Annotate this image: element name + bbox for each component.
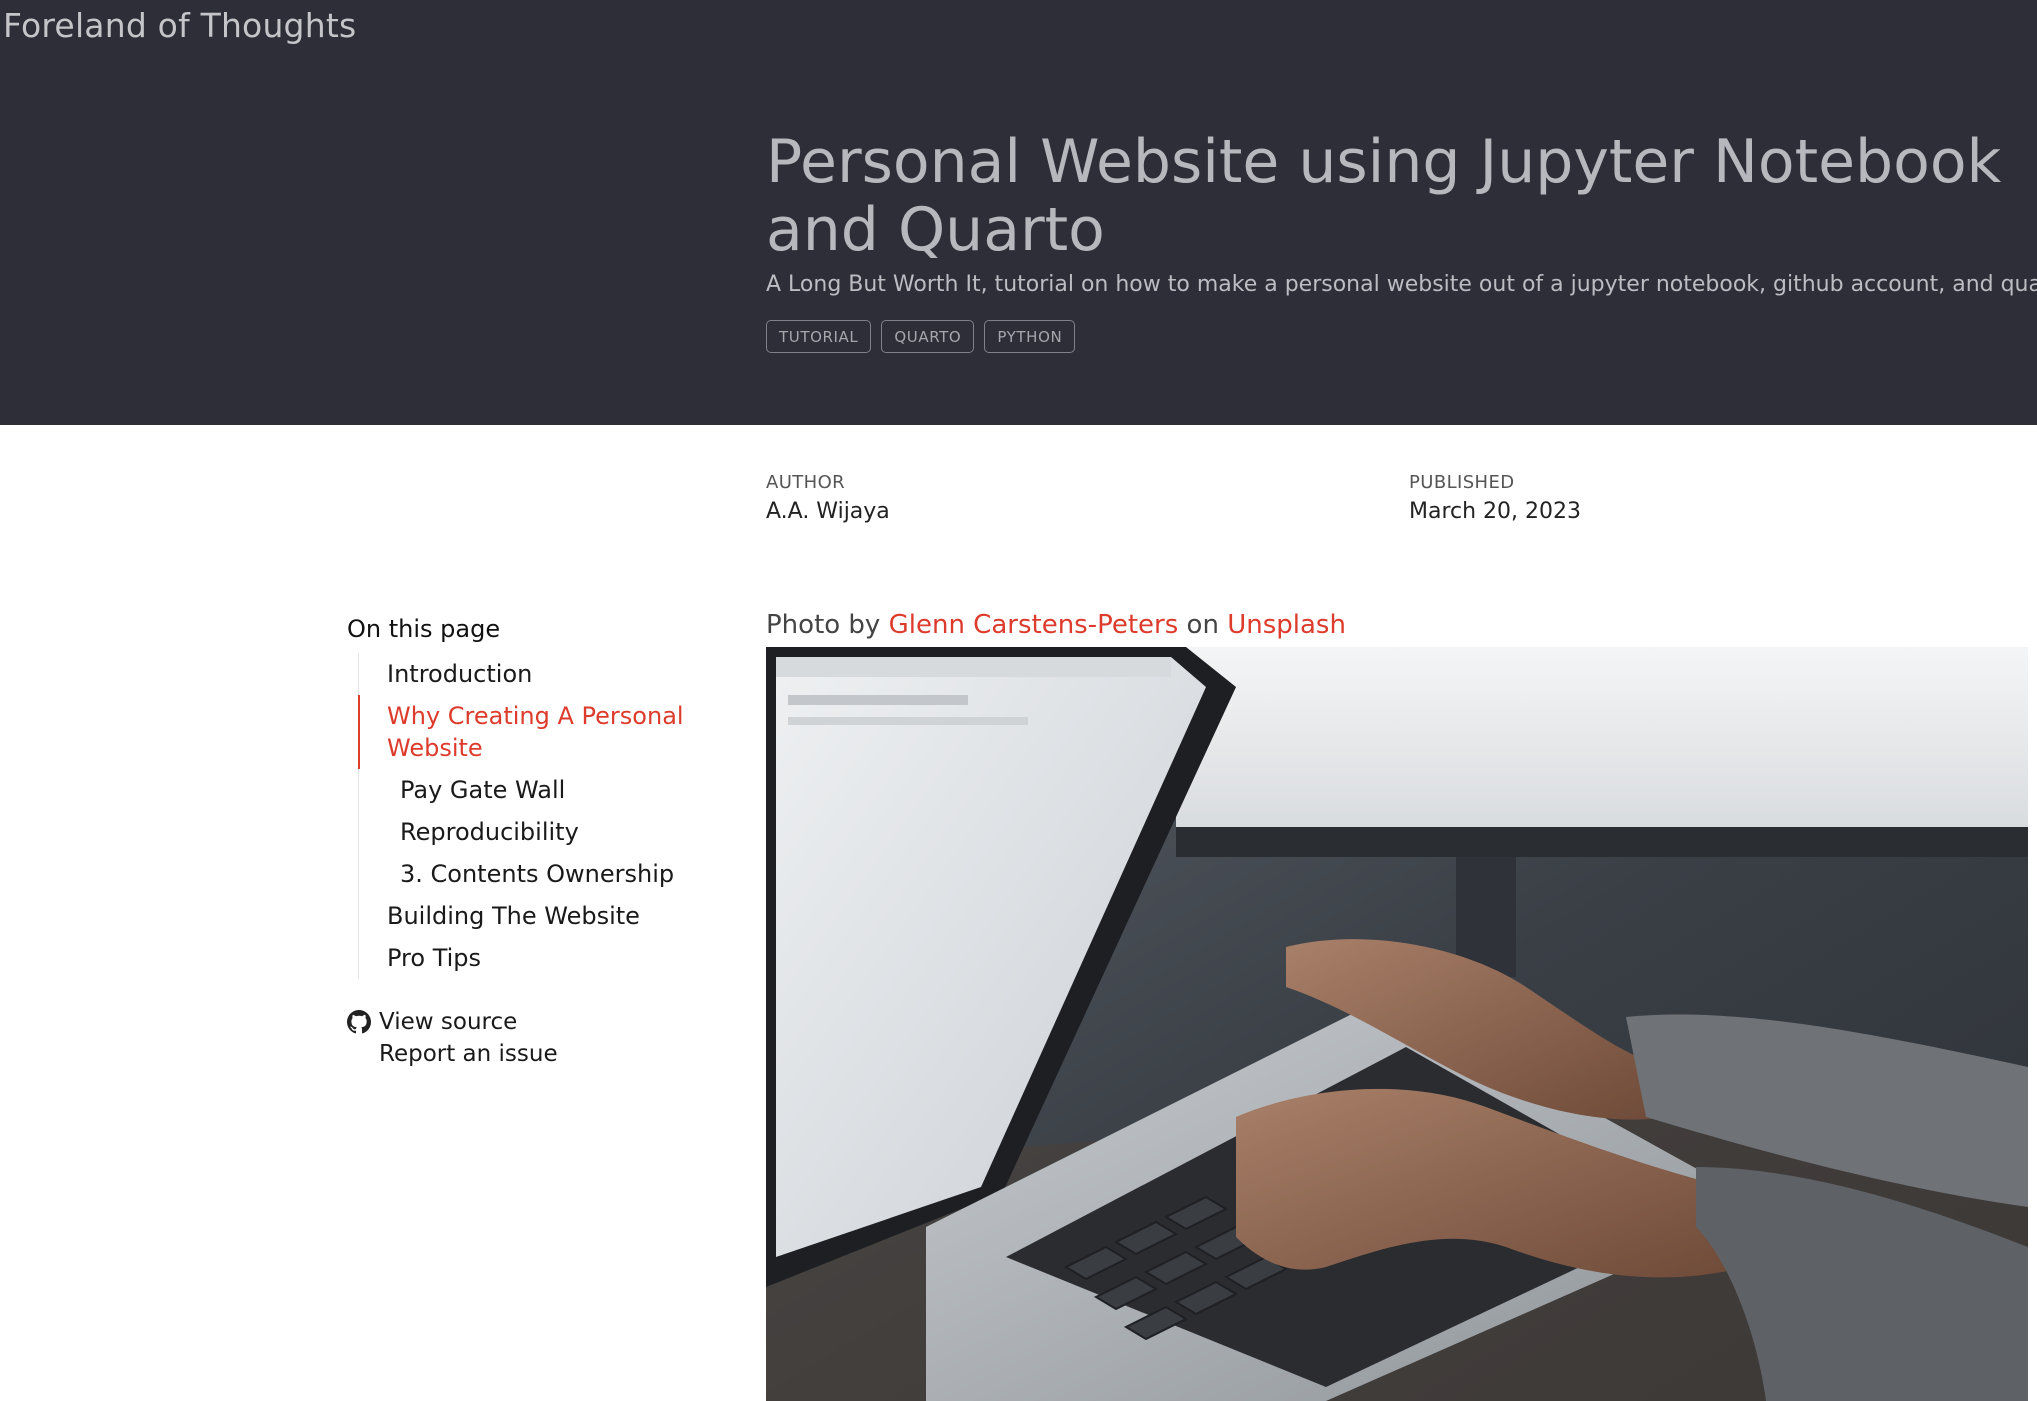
tag-quarto[interactable]: QUARTO: [881, 320, 975, 353]
photographer-link[interactable]: Glenn Carstens-Peters: [889, 610, 1179, 640]
photo-caption: Photo by Glenn Carstens-Peters on Unspla…: [766, 610, 1346, 640]
toc-item-contents-ownership[interactable]: 3. Contents Ownership: [359, 853, 707, 895]
author-label: AUTHOR: [766, 472, 846, 493]
author-name: A.A. Wijaya: [766, 499, 890, 524]
site-title[interactable]: Foreland of Thoughts: [3, 6, 356, 45]
github-icon: [347, 1010, 371, 1034]
tag-list: TUTORIAL QUARTO PYTHON: [766, 320, 1076, 353]
toc-item-reproducibility[interactable]: Reproducibility: [359, 811, 707, 853]
toc-item-why-creating[interactable]: Why Creating A Personal Website: [358, 695, 707, 769]
published-block: PUBLISHED March 20, 2023: [1409, 472, 1581, 524]
post-subtitle: A Long But Worth It, tutorial on how to …: [766, 272, 2037, 297]
view-source-link[interactable]: View source: [347, 1009, 707, 1035]
caption-prefix: Photo by: [766, 610, 881, 640]
table-of-contents: On this page Introduction Why Creating A…: [347, 615, 707, 1073]
unsplash-link[interactable]: Unsplash: [1227, 610, 1346, 640]
toc-list: Introduction Why Creating A Personal Web…: [358, 653, 707, 979]
page: Foreland of Thoughts Personal Website us…: [0, 0, 2037, 1401]
caption-mid: on: [1186, 610, 1219, 640]
toc-actions: View source Report an issue: [347, 1009, 707, 1067]
title-banner: Foreland of Thoughts Personal Website us…: [0, 0, 2037, 425]
tag-python[interactable]: PYTHON: [984, 320, 1076, 353]
view-source-label: View source: [379, 1009, 518, 1035]
author-block: AUTHOR A.A. Wijaya: [766, 472, 890, 524]
tag-tutorial[interactable]: TUTORIAL: [766, 320, 872, 353]
toc-item-pay-gate-wall[interactable]: Pay Gate Wall: [359, 769, 707, 811]
report-issue-link[interactable]: Report an issue: [347, 1041, 707, 1067]
toc-item-building-website[interactable]: Building The Website: [359, 895, 707, 937]
post-title: Personal Website using Jupyter Notebook …: [766, 127, 2002, 265]
hero-photo: [766, 647, 2028, 1401]
toc-item-introduction[interactable]: Introduction: [359, 653, 707, 695]
published-date: March 20, 2023: [1409, 499, 1582, 524]
toc-heading: On this page: [347, 615, 501, 643]
toc-item-pro-tips[interactable]: Pro Tips: [359, 937, 707, 979]
laptop-typing-illustration: [766, 647, 2028, 1401]
published-label: PUBLISHED: [1409, 472, 1515, 493]
